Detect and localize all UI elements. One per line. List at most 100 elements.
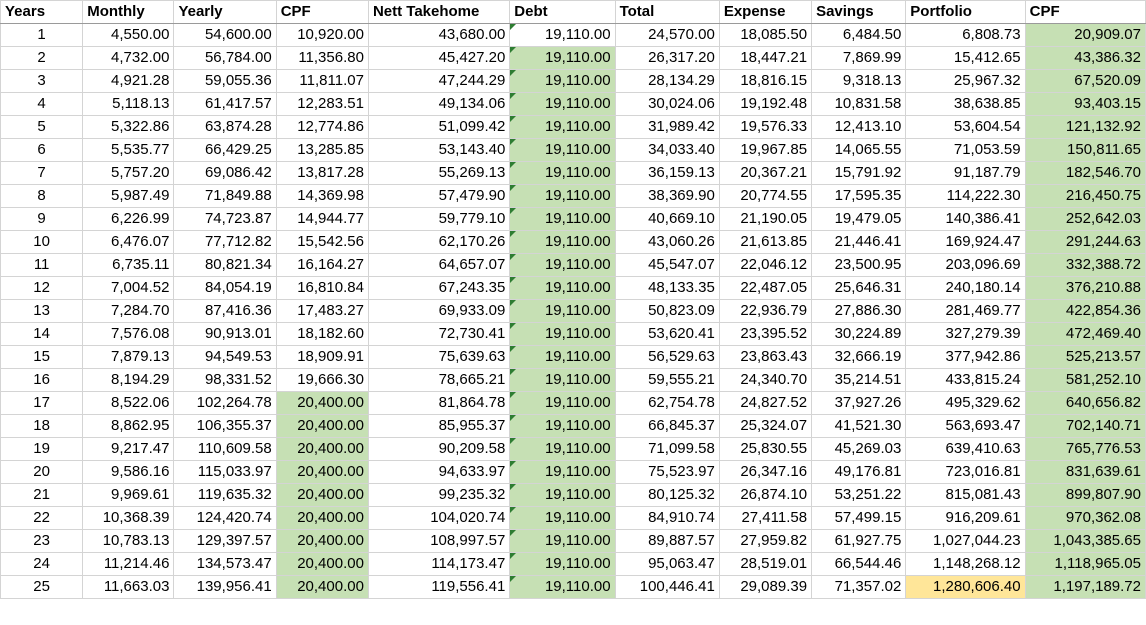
cell-nett-takehome[interactable]: 43,680.00 (367, 23, 511, 47)
cell-cpf[interactable]: 18,909.91 (275, 345, 369, 369)
header-portfolio[interactable]: Portfolio (905, 0, 1026, 24)
cell-expense[interactable]: 18,085.50 (718, 23, 813, 47)
cell-yearly[interactable]: 87,416.36 (173, 299, 277, 323)
cell-portfolio[interactable]: 240,180.14 (905, 276, 1026, 300)
cell-yearly[interactable]: 124,420.74 (173, 506, 277, 530)
cell-expense[interactable]: 29,089.39 (718, 575, 813, 599)
cell-yearly[interactable]: 129,397.57 (173, 529, 277, 553)
cell-total[interactable]: 38,369.90 (614, 184, 720, 208)
cell-expense[interactable]: 22,046.12 (718, 253, 813, 277)
cell-cpf[interactable]: 20,400.00 (275, 460, 369, 484)
cell-cpf-total[interactable]: 640,656.82 (1024, 391, 1146, 415)
header-yearly[interactable]: Yearly (173, 0, 277, 24)
cell-total[interactable]: 48,133.35 (614, 276, 720, 300)
cell-expense[interactable]: 19,192.48 (718, 92, 813, 116)
cell-cpf[interactable]: 14,369.98 (275, 184, 369, 208)
cell-total[interactable]: 26,317.20 (614, 46, 720, 70)
cell-debt[interactable]: 19,110.00 (509, 322, 616, 346)
cell-cpf-total[interactable]: 525,213.57 (1024, 345, 1146, 369)
cell-cpf[interactable]: 12,283.51 (275, 92, 369, 116)
cell-cpf-total[interactable]: 1,197,189.72 (1024, 575, 1146, 599)
cell-years[interactable]: 11 (0, 253, 84, 277)
cell-portfolio[interactable]: 15,412.65 (905, 46, 1026, 70)
cell-expense[interactable]: 24,340.70 (718, 368, 813, 392)
cell-total[interactable]: 62,754.78 (614, 391, 720, 415)
cell-portfolio[interactable]: 281,469.77 (905, 299, 1026, 323)
cell-monthly[interactable]: 10,368.39 (82, 506, 175, 530)
cell-portfolio[interactable]: 1,280,606.40 (905, 575, 1026, 599)
cell-total[interactable]: 95,063.47 (614, 552, 720, 576)
cell-years[interactable]: 1 (0, 23, 84, 47)
cell-savings[interactable]: 6,484.50 (811, 23, 907, 47)
cell-monthly[interactable]: 4,921.28 (82, 69, 175, 93)
cell-portfolio[interactable]: 25,967.32 (905, 69, 1026, 93)
cell-portfolio[interactable]: 71,053.59 (905, 138, 1026, 162)
cell-total[interactable]: 100,446.41 (614, 575, 720, 599)
cell-years[interactable]: 6 (0, 138, 84, 162)
cell-years[interactable]: 12 (0, 276, 84, 300)
cell-cpf-total[interactable]: 765,776.53 (1024, 437, 1146, 461)
cell-expense[interactable]: 23,395.52 (718, 322, 813, 346)
cell-cpf[interactable]: 20,400.00 (275, 391, 369, 415)
cell-total[interactable]: 30,024.06 (614, 92, 720, 116)
cell-monthly[interactable]: 10,783.13 (82, 529, 175, 553)
cell-cpf[interactable]: 10,920.00 (275, 23, 369, 47)
cell-total[interactable]: 56,529.63 (614, 345, 720, 369)
cell-debt[interactable]: 19,110.00 (509, 138, 616, 162)
cell-years[interactable]: 20 (0, 460, 84, 484)
cell-portfolio[interactable]: 38,638.85 (905, 92, 1026, 116)
cell-debt[interactable]: 19,110.00 (509, 414, 616, 438)
cell-debt[interactable]: 19,110.00 (509, 368, 616, 392)
cell-cpf-total[interactable]: 216,450.75 (1024, 184, 1146, 208)
cell-monthly[interactable]: 7,004.52 (82, 276, 175, 300)
cell-total[interactable]: 45,547.07 (614, 253, 720, 277)
cell-savings[interactable]: 7,869.99 (811, 46, 907, 70)
cell-savings[interactable]: 61,927.75 (811, 529, 907, 553)
header-monthly[interactable]: Monthly (82, 0, 175, 24)
cell-portfolio[interactable]: 815,081.43 (905, 483, 1026, 507)
cell-years[interactable]: 24 (0, 552, 84, 576)
cell-savings[interactable]: 27,886.30 (811, 299, 907, 323)
cell-cpf-total[interactable]: 1,118,965.05 (1024, 552, 1146, 576)
cell-years[interactable]: 7 (0, 161, 84, 185)
cell-years[interactable]: 4 (0, 92, 84, 116)
cell-cpf[interactable]: 12,774.86 (275, 115, 369, 139)
cell-debt[interactable]: 19,110.00 (509, 161, 616, 185)
cell-portfolio[interactable]: 916,209.61 (905, 506, 1026, 530)
cell-portfolio[interactable]: 327,279.39 (905, 322, 1026, 346)
cell-nett-takehome[interactable]: 108,997.57 (367, 529, 511, 553)
cell-nett-takehome[interactable]: 114,173.47 (367, 552, 511, 576)
cell-debt[interactable]: 19,110.00 (509, 46, 616, 70)
cell-monthly[interactable]: 7,284.70 (82, 299, 175, 323)
cell-nett-takehome[interactable]: 57,479.90 (367, 184, 511, 208)
cell-yearly[interactable]: 54,600.00 (173, 23, 277, 47)
cell-savings[interactable]: 35,214.51 (811, 368, 907, 392)
cell-yearly[interactable]: 63,874.28 (173, 115, 277, 139)
cell-yearly[interactable]: 139,956.41 (173, 575, 277, 599)
cell-total[interactable]: 89,887.57 (614, 529, 720, 553)
cell-yearly[interactable]: 66,429.25 (173, 138, 277, 162)
cell-cpf-total[interactable]: 20,909.07 (1024, 23, 1146, 47)
cell-nett-takehome[interactable]: 75,639.63 (367, 345, 511, 369)
cell-debt[interactable]: 19,110.00 (509, 529, 616, 553)
cell-portfolio[interactable]: 433,815.24 (905, 368, 1026, 392)
cell-nett-takehome[interactable]: 55,269.13 (367, 161, 511, 185)
cell-nett-takehome[interactable]: 81,864.78 (367, 391, 511, 415)
cell-yearly[interactable]: 90,913.01 (173, 322, 277, 346)
cell-savings[interactable]: 53,251.22 (811, 483, 907, 507)
cell-yearly[interactable]: 77,712.82 (173, 230, 277, 254)
cell-total[interactable]: 59,555.21 (614, 368, 720, 392)
cell-portfolio[interactable]: 91,187.79 (905, 161, 1026, 185)
cell-nett-takehome[interactable]: 72,730.41 (367, 322, 511, 346)
cell-portfolio[interactable]: 203,096.69 (905, 253, 1026, 277)
cell-savings[interactable]: 15,791.92 (811, 161, 907, 185)
cell-expense[interactable]: 21,190.05 (718, 207, 813, 231)
cell-savings[interactable]: 23,500.95 (811, 253, 907, 277)
cell-total[interactable]: 80,125.32 (614, 483, 720, 507)
cell-savings[interactable]: 49,176.81 (811, 460, 907, 484)
cell-total[interactable]: 28,134.29 (614, 69, 720, 93)
cell-debt[interactable]: 19,110.00 (509, 230, 616, 254)
cell-debt[interactable]: 19,110.00 (509, 276, 616, 300)
cell-total[interactable]: 75,523.97 (614, 460, 720, 484)
cell-monthly[interactable]: 11,214.46 (82, 552, 175, 576)
